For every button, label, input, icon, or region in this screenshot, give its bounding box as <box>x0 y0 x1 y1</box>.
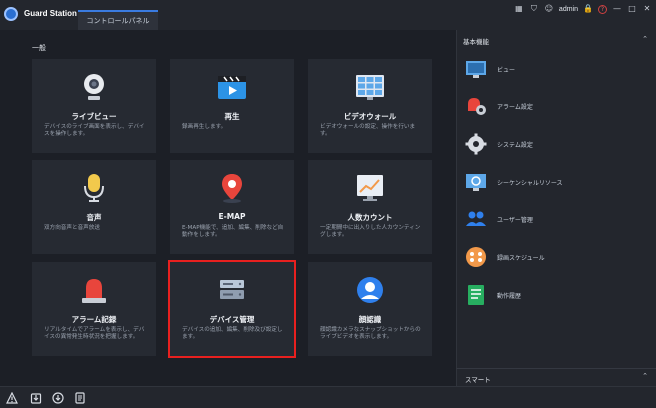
tile-title: E-MAP <box>218 212 246 221</box>
task-list-icon[interactable] <box>74 392 86 404</box>
tile-title: 再生 <box>224 112 240 121</box>
sidebar-item-label: 録画スケジュール <box>497 254 545 262</box>
sidebar-item-view[interactable]: ビュー <box>465 56 651 82</box>
lock-icon[interactable]: 🔒 <box>583 4 593 14</box>
tile-title: デバイス管理 <box>209 315 255 324</box>
playback-icon <box>218 76 246 99</box>
sequence-icon <box>466 174 486 191</box>
microphone-icon <box>84 174 104 202</box>
app-logo-icon <box>4 7 18 21</box>
sidebar-item-label: 動作履歴 <box>497 292 522 300</box>
users-icon <box>466 211 486 226</box>
device-icon <box>220 280 244 299</box>
camera-icon <box>84 74 104 100</box>
sidebar-item-label: ユーザー管理 <box>497 216 533 224</box>
map-pin-icon <box>222 174 242 203</box>
user-icon[interactable]: ☺ <box>544 4 554 14</box>
section-title: 一般 <box>32 44 46 52</box>
tile-alarm-record[interactable]: アラーム記録 リアルタイムでアラームを表示し、デバイスの異常発生時状況を把握しま… <box>32 262 156 356</box>
bottom-bar <box>0 386 656 408</box>
save-icon[interactable] <box>30 392 42 404</box>
sidebar-item-label: システム設定 <box>497 141 533 149</box>
tile-description: 顔認識カメラなスナップショットからのライブビデオを表示します。 <box>320 327 421 340</box>
shirt-icon[interactable]: ⛉ <box>529 4 539 14</box>
tile-description: 一定期間中に出入りした人カウンティングします。 <box>320 225 421 238</box>
download-icon[interactable] <box>52 392 64 404</box>
tile-description: デバイスの追加、編集、削除及び設定します。 <box>182 327 283 340</box>
alarm-gear-icon <box>468 98 486 115</box>
sidebar-item-operation-log[interactable]: 動作履歴 <box>465 282 651 308</box>
minimize-icon[interactable]: — <box>612 4 622 14</box>
gear-icon <box>465 133 487 155</box>
sidebar-item-label: ビュー <box>497 66 516 74</box>
sidebar-item-user-management[interactable]: ユーザー管理 <box>465 206 651 232</box>
tile-people-counting[interactable]: 人数カウント 一定期間中に出入りした人カウンティングします。 <box>308 160 432 254</box>
tile-title: アラーム記録 <box>71 315 117 324</box>
face-icon <box>357 277 383 303</box>
sidebar-item-system-settings[interactable]: システム設定 <box>465 131 651 157</box>
log-icon <box>468 285 484 305</box>
tile-description: ビデオウォールの設定、操作を行います。 <box>320 124 416 137</box>
sidebar-title: 基本機能 <box>463 38 489 46</box>
sidebar-item-label: アラーム設定 <box>497 103 533 111</box>
tile-description: 双方向音声と音声放送 <box>44 225 100 231</box>
help-icon[interactable]: ? <box>598 4 607 14</box>
chevron-up-icon[interactable]: ⌃ <box>642 372 648 380</box>
sidebar-item-alarm-settings[interactable]: アラーム設定 <box>465 93 651 119</box>
username-label[interactable]: admin <box>559 6 578 13</box>
tile-title: ビデオウォール <box>343 112 397 121</box>
warning-icon[interactable] <box>6 392 18 404</box>
maximize-icon[interactable]: □ <box>627 4 637 14</box>
tile-audio[interactable]: 音声 双方向音声と音声放送 <box>32 160 156 254</box>
tile-title: 人数カウント <box>347 213 393 222</box>
chevron-up-icon[interactable]: ⌃ <box>642 35 648 43</box>
video-wall-icon <box>356 75 384 100</box>
tile-description: リアルタイムでアラームを表示し、デバイスの異常発生時状況を把握します。 <box>44 327 145 340</box>
tile-title: 音声 <box>86 213 102 222</box>
tile-description: 録画再生します。 <box>182 124 227 130</box>
sidebar-item-recording-schedule[interactable]: 録画スケジュール <box>465 244 651 270</box>
tile-video-wall[interactable]: ビデオウォール ビデオウォールの設定、操作を行います。 <box>308 59 432 153</box>
layout-icon[interactable]: ▦ <box>514 4 524 14</box>
tile-description: デバイスのライブ画面を表示し、デバイスを操作します。 <box>44 124 145 137</box>
monitor-icon <box>466 61 486 78</box>
tile-face-recognition[interactable]: 顔認識 顔認識カメラなスナップショットからのライブビデオを表示します。 <box>308 262 432 356</box>
sidebar-item-label: シーケンシャルリソース <box>497 179 563 187</box>
chart-icon <box>357 175 383 201</box>
tab-control-panel[interactable]: コントロールパネル <box>78 10 158 30</box>
main-area: 一般 ライブビュー デバイスのライブ画面を表示し、デバイスを操作します。 再生 … <box>0 30 452 386</box>
tile-live-view[interactable]: ライブビュー デバイスのライブ画面を表示し、デバイスを操作します。 <box>32 59 156 153</box>
close-icon[interactable]: ✕ <box>642 4 652 14</box>
tile-device-management[interactable]: デバイス管理 デバイスの追加、編集、削除及び設定します。 <box>168 260 296 358</box>
top-right-controls: ▦ ⛉ ☺ admin 🔒 ? — □ ✕ <box>514 3 652 15</box>
title-bar: Guard Station コントロールパネル ▦ ⛉ ☺ admin 🔒 ? … <box>0 0 656 30</box>
tile-e-map[interactable]: E-MAP E-MAP機能で、追加、編集、削除など自動作をします。 <box>170 160 294 254</box>
tile-playback[interactable]: 再生 録画再生します。 <box>170 59 294 153</box>
sidebar-item-sequence-resources[interactable]: シーケンシャルリソース <box>465 169 651 195</box>
tile-title: ライブビュー <box>71 112 117 121</box>
alarm-light-icon <box>82 279 106 303</box>
sidebar-smart-section[interactable]: スマート ⌃ <box>456 368 656 386</box>
right-panel: 基本機能 ⌃ ビュー アラーム設定 システム設定 シーケンシャルリソース ユーザ… <box>456 30 656 386</box>
tile-title: 顔認識 <box>358 315 382 324</box>
schedule-icon <box>466 247 486 267</box>
smart-label: スマート <box>465 376 491 384</box>
tile-description: E-MAP機能で、追加、編集、削除など自動作をします。 <box>182 225 284 238</box>
app-title: Guard Station <box>24 9 77 18</box>
